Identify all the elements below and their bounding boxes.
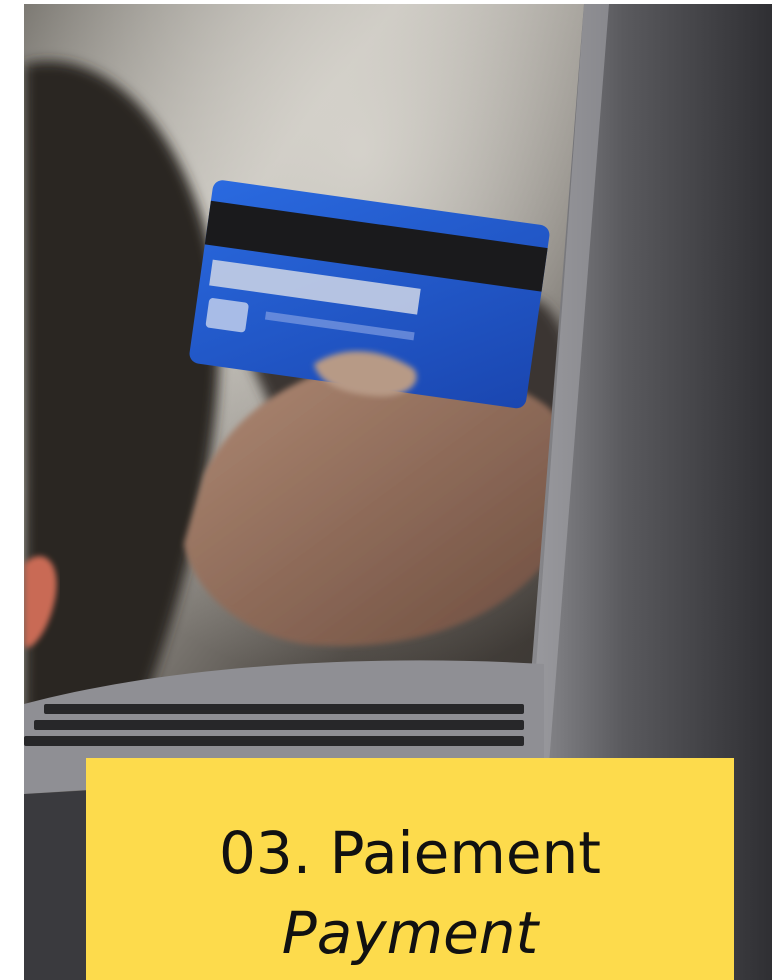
- caption-english: Payment: [281, 899, 539, 967]
- caption-french: 03. Paiement: [218, 819, 602, 887]
- photo-card: 03. Paiement Payment: [24, 4, 772, 980]
- caption-box: 03. Paiement Payment: [86, 758, 734, 980]
